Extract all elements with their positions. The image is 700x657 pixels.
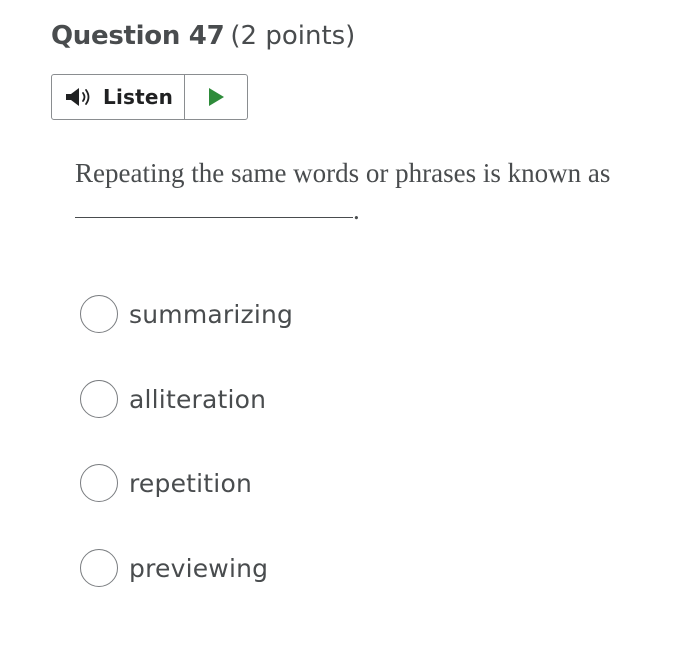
option-previewing[interactable]: previewing [80,546,268,590]
speaker-icon [66,88,90,106]
radio-button[interactable] [80,549,118,587]
play-button[interactable] [185,75,247,119]
question-header: Question 47 (2 points) [51,18,355,54]
option-alliteration[interactable]: alliteration [80,377,266,421]
listen-button[interactable]: Listen [52,75,185,119]
option-repetition[interactable]: repetition [80,461,252,505]
option-label: repetition [129,468,252,498]
listen-label: Listen [103,85,174,109]
answer-blank [75,217,353,218]
play-icon [209,88,224,106]
option-label: alliteration [129,384,267,414]
radio-button[interactable] [80,380,118,418]
option-summarizing[interactable]: summarizing [80,292,293,336]
option-label: summarizing [129,299,294,329]
radio-button[interactable] [80,295,118,333]
blank-period: . [353,195,360,225]
question-points: (2 points) [230,21,356,51]
radio-button[interactable] [80,464,118,502]
option-label: previewing [129,553,269,583]
listen-widget: Listen [51,74,248,120]
question-title: Question 47 [51,21,225,51]
question-text: Repeating the same words or phrases is k… [75,158,611,188]
